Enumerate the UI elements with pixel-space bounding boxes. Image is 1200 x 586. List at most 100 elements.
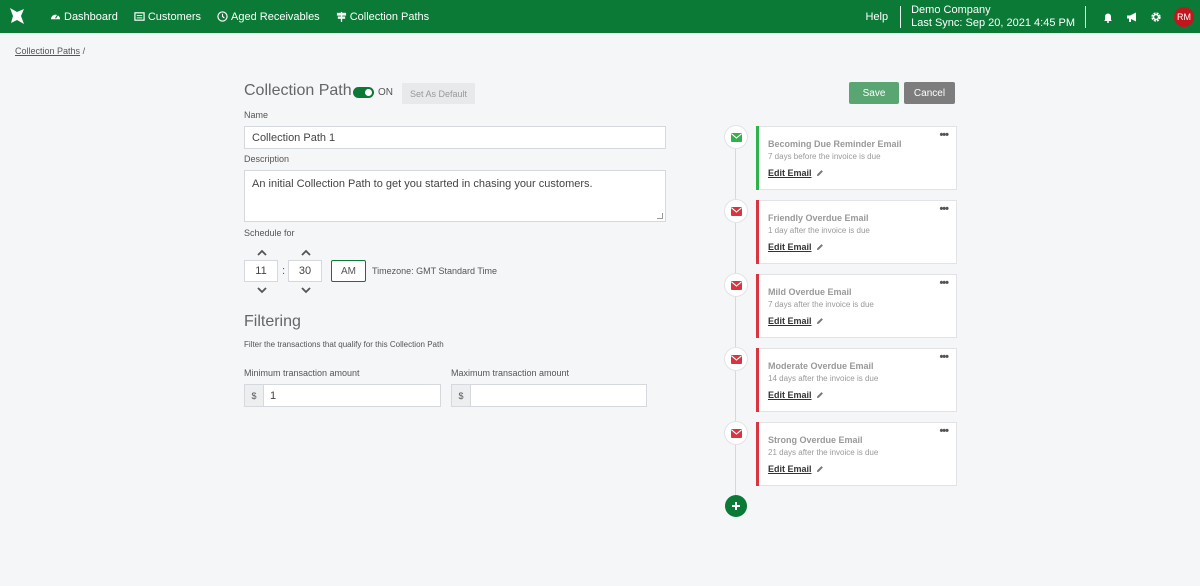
edit-email-link[interactable]: Edit Email xyxy=(768,242,824,252)
description-textarea[interactable]: An initial Collection Path to get you st… xyxy=(244,170,666,222)
main-nav: Dashboard Customers Aged Receivables Col… xyxy=(50,0,429,33)
nav-customers[interactable]: Customers xyxy=(134,11,201,23)
help-link[interactable]: Help xyxy=(865,11,888,23)
company-info: Demo Company Last Sync: Sep 20, 2021 4:4… xyxy=(911,4,1075,30)
top-bar: Dashboard Customers Aged Receivables Col… xyxy=(0,0,1200,33)
timeline-step-icon xyxy=(724,125,748,149)
edit-email-label: Edit Email xyxy=(768,242,812,252)
filtering-description: Filter the transactions that qualify for… xyxy=(244,340,444,349)
timeline-step-card: Becoming Due Reminder Email 7 days before… xyxy=(756,126,957,190)
envelope-icon xyxy=(730,428,742,438)
step-title: Mild Overdue Email xyxy=(768,287,852,297)
dashboard-icon xyxy=(50,14,61,20)
add-step-button[interactable] xyxy=(725,495,747,517)
more-options-button[interactable]: ••• xyxy=(939,425,949,437)
nav-customers-label: Customers xyxy=(147,10,202,23)
currency-addon: $ xyxy=(451,384,470,407)
step-subtitle: 14 days after the invoice is due xyxy=(768,374,879,383)
step-title: Friendly Overdue Email xyxy=(768,213,869,223)
nav-aged-receivables-label: Aged Receivables xyxy=(231,10,320,23)
time-colon: : xyxy=(282,265,286,277)
hour-up-icon[interactable] xyxy=(256,249,268,257)
name-input[interactable]: Collection Path 1 xyxy=(244,126,666,149)
timeline-step-icon xyxy=(724,273,748,297)
step-title: Moderate Overdue Email xyxy=(768,361,874,371)
breadcrumb-separator: / xyxy=(82,46,86,56)
nav-collection-paths[interactable]: Collection Paths xyxy=(336,10,430,23)
save-button[interactable]: Save xyxy=(849,82,899,104)
hour-input[interactable]: 11 xyxy=(244,260,278,282)
divider xyxy=(900,5,902,28)
pencil-icon xyxy=(816,466,823,472)
step-title: Strong Overdue Email xyxy=(768,435,863,445)
status-bar xyxy=(756,274,759,338)
edit-email-link[interactable]: Edit Email xyxy=(768,168,824,178)
min-amount-input[interactable]: 1 xyxy=(263,384,441,407)
bell-icon[interactable] xyxy=(1102,11,1114,23)
nav-aged-receivables[interactable]: Aged Receivables xyxy=(217,11,320,23)
more-options-button[interactable]: ••• xyxy=(939,129,949,141)
edit-email-link[interactable]: Edit Email xyxy=(768,316,824,326)
max-amount-field: $ xyxy=(451,384,647,407)
nav-dashboard[interactable]: Dashboard xyxy=(50,11,118,23)
resize-handle[interactable] xyxy=(657,213,663,219)
toggle-label: ON xyxy=(378,87,393,98)
timeline-step-card: Strong Overdue Email 21 days after the in… xyxy=(756,422,957,486)
signpost-icon xyxy=(336,11,346,22)
timeline-step-card: Mild Overdue Email 7 days after the invoi… xyxy=(756,274,957,338)
pencil-icon xyxy=(816,318,823,324)
name-label: Name xyxy=(244,110,269,120)
currency-addon: $ xyxy=(244,384,263,407)
step-subtitle: 21 days after the invoice is due xyxy=(768,448,879,457)
envelope-icon xyxy=(730,280,742,290)
divider xyxy=(1085,5,1086,28)
active-toggle[interactable] xyxy=(353,87,374,98)
max-amount-input[interactable] xyxy=(470,384,647,407)
pencil-icon xyxy=(816,244,823,250)
more-options-button[interactable]: ••• xyxy=(939,351,949,363)
edit-email-label: Edit Email xyxy=(768,390,812,400)
step-subtitle: 7 days before the invoice is due xyxy=(768,152,881,161)
breadcrumb: Collection Paths / xyxy=(15,46,85,56)
min-amount-field: $ 1 xyxy=(244,384,441,407)
envelope-icon xyxy=(730,354,742,364)
last-sync: Last Sync: Sep 20, 2021 4:45 PM xyxy=(911,16,1075,29)
ampm-toggle[interactable]: AM xyxy=(331,260,366,282)
minute-input[interactable]: 30 xyxy=(288,260,322,282)
minute-down-icon[interactable] xyxy=(300,286,312,294)
logo-icon[interactable] xyxy=(8,6,26,26)
timezone-text: Timezone: GMT Standard Time xyxy=(372,266,498,276)
edit-email-link[interactable]: Edit Email xyxy=(768,390,824,400)
gear-icon[interactable] xyxy=(1150,11,1162,23)
description-label: Description xyxy=(244,154,290,164)
timeline-step-icon xyxy=(724,421,748,445)
status-bar xyxy=(756,422,759,486)
status-bar xyxy=(756,200,759,264)
timeline-step-icon xyxy=(724,199,748,223)
timeline-step-icon xyxy=(724,347,748,371)
timeline-line xyxy=(735,138,736,508)
edit-email-label: Edit Email xyxy=(768,464,812,474)
set-default-button[interactable]: Set As Default xyxy=(402,83,475,104)
breadcrumb-collection-paths[interactable]: Collection Paths xyxy=(15,46,80,56)
edit-email-link[interactable]: Edit Email xyxy=(768,464,824,474)
nav-dashboard-label: Dashboard xyxy=(64,10,118,23)
more-options-button[interactable]: ••• xyxy=(939,203,949,215)
status-bar xyxy=(756,348,759,412)
hour-down-icon[interactable] xyxy=(256,286,268,294)
more-options-button[interactable]: ••• xyxy=(939,277,949,289)
avatar[interactable]: RM xyxy=(1174,6,1194,27)
filtering-title: Filtering xyxy=(244,313,301,330)
megaphone-icon[interactable] xyxy=(1126,11,1138,23)
step-subtitle: 7 days after the invoice is due xyxy=(768,300,874,309)
cancel-button[interactable]: Cancel xyxy=(904,82,955,104)
minute-up-icon[interactable] xyxy=(300,249,312,257)
edit-email-label: Edit Email xyxy=(768,316,812,326)
page-title: Collection Path xyxy=(244,82,352,99)
envelope-icon xyxy=(730,132,742,142)
top-right: Help Demo Company Last Sync: Sep 20, 202… xyxy=(865,0,1200,33)
nav-collection-paths-label: Collection Paths xyxy=(349,10,430,23)
envelope-icon xyxy=(730,206,742,216)
status-bar xyxy=(756,126,759,190)
edit-email-label: Edit Email xyxy=(768,168,812,178)
